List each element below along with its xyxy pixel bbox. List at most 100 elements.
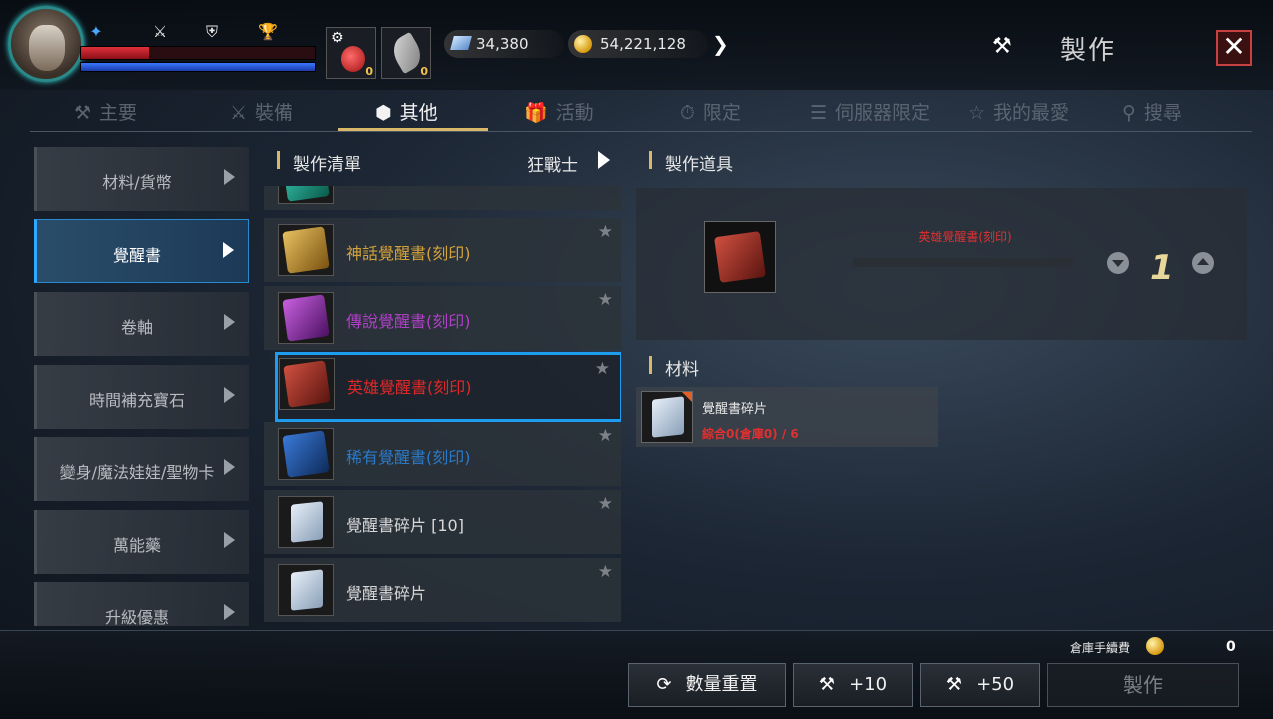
helmet-icon[interactable]: ⛨ bbox=[202, 22, 222, 42]
quantity-decrease-button[interactable] bbox=[1107, 252, 1129, 274]
hp-bar bbox=[80, 46, 316, 60]
diamond-value: 34,380 bbox=[476, 35, 529, 53]
scroll-icon bbox=[652, 396, 684, 438]
book-icon bbox=[282, 186, 330, 202]
sword-icon[interactable]: ⚔ bbox=[150, 22, 170, 42]
item-icon bbox=[278, 564, 334, 616]
craft-quantity-slider[interactable] bbox=[853, 258, 1073, 267]
material-corner-marker bbox=[682, 392, 692, 402]
tab-limited[interactable]: ⏱ 限定 bbox=[680, 98, 741, 125]
category-materials-currency[interactable]: 材料/貨幣 bbox=[34, 147, 249, 211]
item-icon bbox=[278, 186, 334, 204]
category-transform-doll-card[interactable]: 變身/魔法娃娃/聖物卡 bbox=[34, 437, 249, 501]
chevron-right-icon bbox=[224, 387, 235, 403]
plus-50-button[interactable]: ⚒ +50 bbox=[920, 663, 1040, 707]
server-icon: ☰ bbox=[810, 102, 828, 124]
section-marker bbox=[277, 151, 280, 169]
search-icon: ⚲ bbox=[1122, 102, 1136, 124]
mp-fill bbox=[81, 63, 315, 71]
feather-slot[interactable]: 0 bbox=[381, 27, 431, 79]
book-icon bbox=[283, 360, 331, 408]
close-button[interactable]: ✕ bbox=[1216, 30, 1252, 66]
favorite-star-icon[interactable]: ★ bbox=[598, 562, 613, 582]
book-icon bbox=[282, 226, 330, 274]
selected-item-icon[interactable] bbox=[704, 221, 776, 293]
list-item[interactable]: 神話覺醒書(刻印) ★ bbox=[264, 218, 621, 282]
list-item[interactable] bbox=[264, 186, 621, 210]
tab-favorites[interactable]: ☆ 我的最愛 bbox=[968, 98, 1069, 125]
currency-expand-arrow-icon[interactable]: ❯ bbox=[712, 32, 729, 56]
book-icon bbox=[714, 231, 766, 283]
list-item[interactable]: 傳說覺醒書(刻印) ★ bbox=[264, 286, 621, 350]
material-name: 覺醒書碎片 bbox=[702, 402, 768, 417]
trophy-icon[interactable]: 🏆 bbox=[258, 22, 278, 42]
class-filter-label[interactable]: 狂戰士 bbox=[527, 151, 578, 176]
gold-currency: 54,221,128 bbox=[568, 30, 708, 58]
hp-fill bbox=[81, 47, 149, 59]
buff-icon[interactable]: ✦ bbox=[86, 22, 106, 42]
anvil-icon: ⚒ bbox=[992, 34, 1012, 59]
list-item[interactable]: 稀有覺醒書(刻印) ★ bbox=[264, 422, 621, 486]
list-item[interactable]: 覺醒書碎片 [10] ★ bbox=[264, 490, 621, 554]
quantity-value: 1 bbox=[1150, 248, 1174, 288]
potion-count: 0 bbox=[365, 65, 373, 78]
favorite-star-icon[interactable]: ★ bbox=[595, 359, 610, 379]
craft-list[interactable]: 神話覺醒書(刻印) ★ 傳說覺醒書(刻印) ★ 英雄覺醒書(刻印) ★ 稀有覺醒… bbox=[264, 186, 621, 630]
quantity-increase-button[interactable] bbox=[1192, 252, 1214, 274]
category-time-gems[interactable]: 時間補充寶石 bbox=[34, 365, 249, 429]
craft-button[interactable]: 製作 bbox=[1047, 663, 1239, 707]
page-title: 製作 bbox=[1060, 36, 1117, 66]
scroll-icon bbox=[291, 569, 323, 611]
favorite-star-icon[interactable]: ★ bbox=[598, 222, 613, 242]
gear-icon: ⚙ bbox=[331, 30, 344, 46]
selected-item-name: 英雄覺醒書(刻印) bbox=[918, 230, 1012, 244]
tab-other[interactable]: ⬢ 其他 bbox=[375, 98, 438, 125]
anvil-icon: ⚒ bbox=[945, 674, 963, 695]
material-count: 綜合0(倉庫0) / 6 bbox=[702, 427, 799, 441]
gold-coin-icon bbox=[574, 35, 592, 53]
plus-10-button[interactable]: ⚒ +10 bbox=[793, 663, 913, 707]
materials-title: 材料 bbox=[665, 360, 699, 380]
feather-count: 0 bbox=[420, 65, 428, 78]
mp-bar bbox=[80, 62, 316, 72]
storage-fee-value: 0 bbox=[1226, 639, 1236, 655]
category-awakening-books[interactable]: 覺醒書 bbox=[34, 219, 249, 283]
active-tab-indicator bbox=[338, 128, 488, 131]
favorite-star-icon[interactable]: ★ bbox=[598, 494, 613, 514]
potion-slot[interactable]: ⚙ 0 bbox=[326, 27, 376, 79]
storage-fee-label: 倉庫手續費 bbox=[1070, 641, 1131, 655]
list-item-selected[interactable]: 英雄覺醒書(刻印) ★ bbox=[275, 352, 621, 422]
tab-equipment[interactable]: ⚔ 裝備 bbox=[230, 98, 293, 125]
item-icon bbox=[278, 224, 334, 276]
favorite-star-icon[interactable]: ★ bbox=[598, 290, 613, 310]
book-icon bbox=[282, 294, 330, 342]
chevron-down-icon bbox=[1112, 260, 1124, 267]
category-upgrade-deals[interactable]: 升級優惠 bbox=[34, 582, 249, 626]
item-icon bbox=[278, 496, 334, 548]
star-outline-icon: ☆ bbox=[968, 102, 986, 124]
item-icon bbox=[279, 358, 335, 410]
favorite-star-icon[interactable]: ★ bbox=[598, 426, 613, 446]
anvil-icon: ⚒ bbox=[818, 674, 836, 695]
category-elixir[interactable]: 萬能藥 bbox=[34, 510, 249, 574]
section-marker bbox=[649, 356, 652, 374]
gold-coin-icon bbox=[1146, 637, 1164, 655]
craft-item-title: 製作道具 bbox=[665, 155, 733, 175]
refresh-icon: ⟳ bbox=[656, 674, 672, 695]
list-item[interactable]: 覺醒書碎片 ★ bbox=[264, 558, 621, 622]
character-portrait[interactable] bbox=[8, 6, 84, 82]
class-filter-arrow-icon[interactable] bbox=[598, 151, 610, 169]
craft-list-title: 製作清單 bbox=[293, 155, 361, 175]
book-icon bbox=[282, 430, 330, 478]
tab-event[interactable]: 🎁 活動 bbox=[524, 98, 594, 125]
chevron-right-icon bbox=[224, 169, 235, 185]
tab-server-limited[interactable]: ☰ 伺服器限定 bbox=[810, 98, 930, 125]
scroll-icon bbox=[291, 501, 323, 543]
tab-main[interactable]: ⚒ 主要 bbox=[74, 98, 137, 125]
item-icon bbox=[278, 292, 334, 344]
reset-quantity-button[interactable]: ⟳ 數量重置 bbox=[628, 663, 786, 707]
tab-search[interactable]: ⚲ 搜尋 bbox=[1122, 98, 1182, 125]
diamond-icon bbox=[450, 36, 472, 50]
category-scrolls[interactable]: 卷軸 bbox=[34, 292, 249, 356]
chevron-right-icon bbox=[224, 532, 235, 548]
